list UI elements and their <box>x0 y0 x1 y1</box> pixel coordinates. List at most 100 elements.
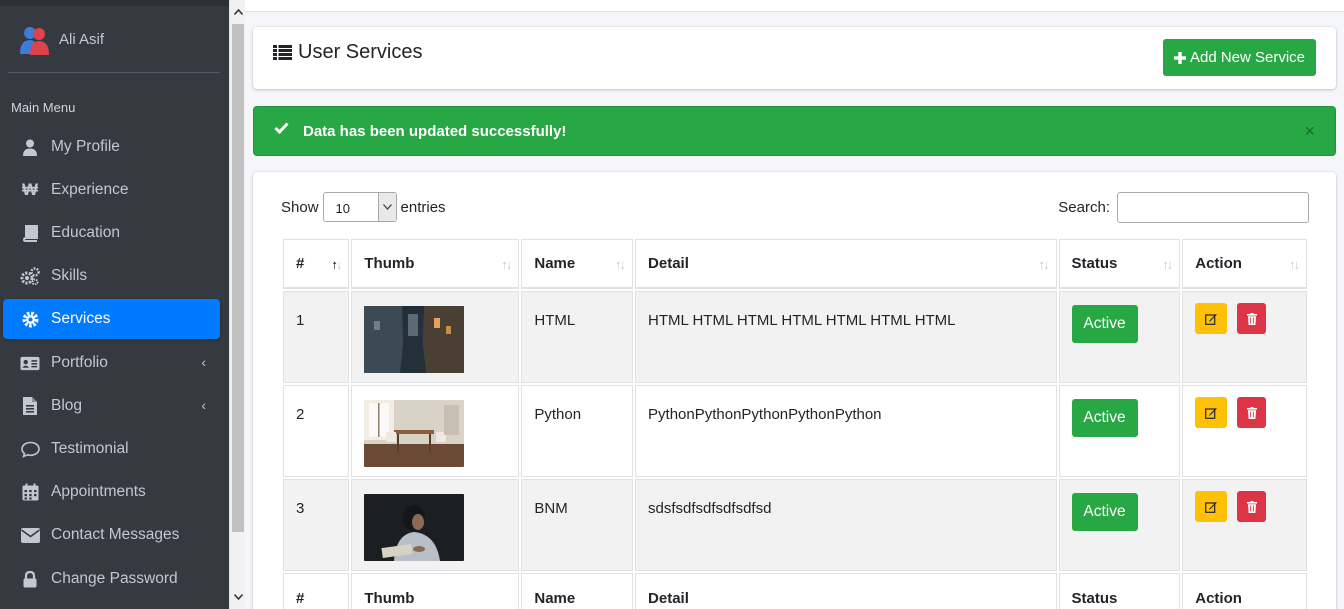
row-detail: HTML HTML HTML HTML HTML HTML HTML <box>635 291 1057 383</box>
sidebar-item-label: Contact Messages <box>51 526 180 543</box>
row-name: BNM <box>521 479 634 571</box>
status-badge[interactable]: Active <box>1071 493 1138 531</box>
sort-icon: ↑↓ <box>615 257 626 272</box>
comment-icon <box>20 439 40 459</box>
entries-length-control: Show 10 entries <box>281 192 446 222</box>
alert-message: Data has been updated successfully! <box>303 123 567 140</box>
services-table: # ↑↓ Thumb ↑↓ Name ↑↓ Detail ↑↓ Status ↑↓ Act… <box>281 237 1309 609</box>
lock-icon <box>20 569 40 589</box>
entries-label: entries <box>400 198 446 216</box>
row-detail: sdsfsdfsdfsdfsdfsd <box>635 479 1057 571</box>
sidebar-item-appointments[interactable]: Appointments <box>3 472 220 512</box>
top-navbar <box>245 0 1344 12</box>
table-footer-row: # Thumb Name Detail Status Action <box>283 573 1307 609</box>
edit-icon <box>1205 313 1218 325</box>
column-header-status[interactable]: Status ↑↓ <box>1058 239 1181 289</box>
sort-icon: ↑↓ <box>501 257 512 272</box>
edit-icon <box>1205 501 1218 513</box>
delete-button[interactable] <box>1237 397 1267 428</box>
user-panel[interactable]: Ali Asif <box>8 6 220 73</box>
page-title: User Services <box>273 41 422 64</box>
success-alert: Data has been updated successfully! × <box>253 106 1336 156</box>
footer-header-action: Action <box>1182 573 1307 609</box>
edit-button[interactable] <box>1195 303 1228 334</box>
trash-icon <box>1246 312 1257 325</box>
menu-header: Main Menu <box>11 100 76 115</box>
row-number: 3 <box>283 479 350 571</box>
sidebar-item-label: Change Password <box>51 570 178 587</box>
chevron-down-icon <box>377 193 396 221</box>
column-header-label: Action <box>1195 255 1242 272</box>
sidebar-item-my-profile[interactable]: My Profile <box>3 127 220 167</box>
user-name[interactable]: Ali Asif <box>59 31 104 48</box>
scrollbar-thumb[interactable] <box>232 24 244 532</box>
close-icon[interactable]: × <box>1304 121 1315 142</box>
row-detail: PythonPythonPythonPythonPython <box>635 385 1057 477</box>
add-new-service-button[interactable]: Add New Service <box>1163 39 1316 76</box>
trash-icon <box>1246 500 1257 513</box>
row-status-cell: Active <box>1058 479 1181 571</box>
sidebar-item-blog[interactable]: Blog ‹ <box>3 386 220 426</box>
page-header-card: User Services Add New Service <box>253 27 1336 89</box>
row-thumb-cell <box>351 479 520 571</box>
footer-header-detail: Detail <box>635 573 1057 609</box>
scroll-up-arrow-icon[interactable] <box>230 0 246 24</box>
sidebar-item-change-password[interactable]: Change Password <box>3 559 220 599</box>
scroll-down-arrow-icon[interactable] <box>230 585 246 609</box>
sidebar-item-label: Appointments <box>51 483 146 500</box>
row-name: HTML <box>521 291 634 383</box>
status-badge[interactable]: Active <box>1071 399 1138 437</box>
table-row: 2 Python PythonPythonPythonPythonPython … <box>283 385 1307 477</box>
status-badge[interactable]: Active <box>1071 305 1138 343</box>
footer-header-thumb: Thumb <box>351 573 520 609</box>
user-icon <box>20 137 40 157</box>
sidebar-item-skills[interactable]: Skills <box>3 256 220 296</box>
column-header-label: Thumb <box>364 255 415 272</box>
thumbnail-image <box>364 306 465 373</box>
sidebar-item-education[interactable]: Education <box>3 213 220 253</box>
id-card-icon <box>20 353 40 373</box>
book-icon <box>20 223 40 243</box>
sidebar-item-label: Skills <box>51 267 88 284</box>
table-row: 3 BNM sdsfsdfsdfsdfsdfsd Active <box>283 479 1307 571</box>
sidebar-scrollbar[interactable] <box>229 0 245 609</box>
sort-icon: ↑↓ <box>1162 257 1173 272</box>
add-new-service-label: Add New Service <box>1189 49 1306 66</box>
chevron-left-icon: ‹ <box>201 397 206 413</box>
row-action-cell <box>1182 291 1307 383</box>
won-sign-icon: ₩ <box>21 180 39 199</box>
delete-button[interactable] <box>1237 303 1267 334</box>
table-search: Search: <box>1058 192 1309 223</box>
chevron-left-icon: ‹ <box>201 354 206 370</box>
trash-icon <box>1246 406 1257 419</box>
entries-select-value: 10 <box>335 201 350 216</box>
search-label: Search: <box>1058 199 1110 216</box>
column-header-thumb[interactable]: Thumb ↑↓ <box>351 239 520 289</box>
sidebar-item-experience[interactable]: ₩ Experience <box>3 170 220 210</box>
services-table-card: Show 10 entries Search: # ↑↓ Thumb ↑↓ Name… <box>253 172 1336 609</box>
edit-icon <box>1205 407 1218 419</box>
delete-button[interactable] <box>1237 491 1267 522</box>
sidebar-item-testimonial[interactable]: Testimonial <box>3 429 220 469</box>
row-number: 2 <box>283 385 350 477</box>
row-action-cell <box>1182 385 1307 477</box>
sidebar-item-label: Services <box>51 310 111 327</box>
footer-header-number: # <box>283 573 350 609</box>
column-header-action[interactable]: Action ↑↓ <box>1182 239 1307 289</box>
calendar-icon <box>20 482 40 502</box>
row-name: Python <box>521 385 634 477</box>
file-icon <box>20 396 40 416</box>
edit-button[interactable] <box>1195 397 1228 428</box>
column-header-name[interactable]: Name ↑↓ <box>521 239 634 289</box>
gear-icon <box>20 309 40 329</box>
search-input[interactable] <box>1117 192 1309 223</box>
sidebar-item-contact-messages[interactable]: Contact Messages <box>3 515 220 555</box>
entries-select[interactable]: 10 <box>322 192 397 222</box>
column-header-detail[interactable]: Detail ↑↓ <box>635 239 1057 289</box>
row-thumb-cell <box>351 385 520 477</box>
column-header-number[interactable]: # ↑↓ <box>283 239 350 289</box>
edit-button[interactable] <box>1195 491 1228 522</box>
avatar <box>20 27 49 55</box>
sidebar-item-portfolio[interactable]: Portfolio ‹ <box>3 343 220 383</box>
sidebar-item-services[interactable]: Services <box>3 299 220 339</box>
